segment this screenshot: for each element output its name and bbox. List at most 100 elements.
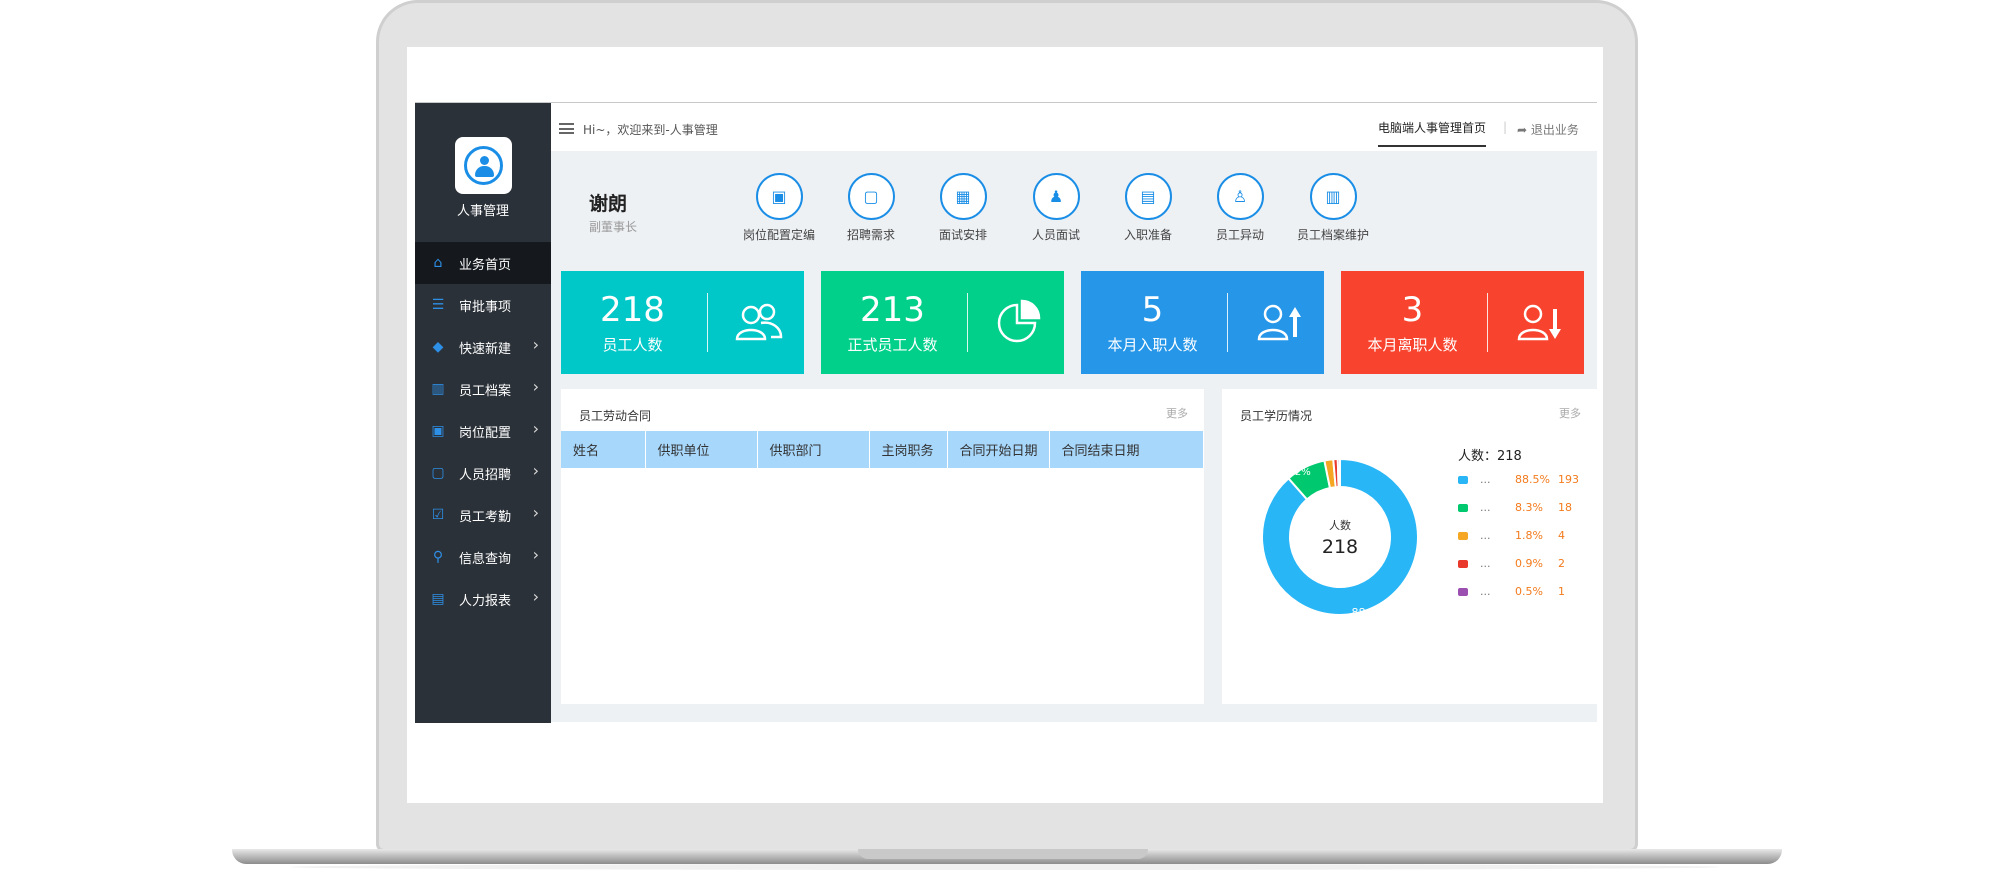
- contract-table: 姓名 供职单位 供职部门 主岗职务 合同开始日期 合同结束日期: [561, 431, 1204, 468]
- sidebar-item-reports[interactable]: ▤ 人力报表 ›: [415, 578, 551, 620]
- quick-action-interview[interactable]: ♟ 人员面试: [1011, 173, 1101, 243]
- column-header[interactable]: 供职部门: [757, 431, 870, 468]
- legend-swatch: [1458, 532, 1468, 540]
- user-role: 副董事长: [589, 220, 638, 234]
- donut-slice-4[interactable]: [1336, 457, 1341, 489]
- table-header-row: 姓名 供职单位 供职部门 主岗职务 合同开始日期 合同结束日期: [561, 431, 1204, 468]
- legend-item[interactable]: ... 0.5% 1: [1458, 584, 1576, 600]
- layers-icon: ◆: [432, 339, 444, 355]
- user-change-icon: ♙: [1216, 173, 1264, 220]
- attendance-icon: ☑: [431, 507, 445, 523]
- column-header[interactable]: 姓名: [561, 431, 646, 468]
- sidebar-item-label: 业务首页: [459, 258, 512, 273]
- stat-divider: [967, 293, 968, 352]
- app-name: 人事管理: [456, 204, 509, 219]
- sidebar: 人事管理 ⌂ 业务首页 ☰ 审批事项 ◆ 快速新建 › ▥ 员工档案 › ▣ 岗…: [415, 103, 551, 723]
- legend-item[interactable]: ... 8.3% 18: [1458, 500, 1576, 516]
- stat-value: 3: [1401, 290, 1424, 330]
- sidebar-item-search[interactable]: ⚲ 信息查询 ›: [415, 536, 551, 578]
- list-icon: ☰: [431, 297, 445, 313]
- logout-link[interactable]: ➦ 退出业务: [1517, 121, 1579, 138]
- stat-card-employees[interactable]: 218 员工人数: [561, 271, 804, 374]
- more-link[interactable]: 更多: [1166, 405, 1188, 421]
- stat-card-joined-this-month[interactable]: 5 本月入职人数: [1081, 271, 1324, 374]
- user-name: 谢朗: [589, 193, 628, 215]
- app-logo: [455, 137, 512, 194]
- legend-count: 193: [1558, 473, 1579, 486]
- slice-label-second: 8.2%: [1285, 467, 1310, 478]
- position-icon: ▣: [431, 423, 445, 439]
- stat-value: 5: [1141, 290, 1164, 330]
- column-header[interactable]: 供职单位: [645, 431, 758, 468]
- sidebar-item-label: 人力报表: [459, 594, 512, 609]
- search-icon: ⚲: [432, 549, 444, 565]
- user-circle-icon: [464, 146, 503, 185]
- chevron-right-icon: ›: [532, 335, 539, 354]
- home-icon: ⌂: [433, 255, 443, 271]
- donut-svg: 人数 218 88.5% 8.2%: [1261, 457, 1419, 619]
- hr-app: 人事管理 ⌂ 业务首页 ☰ 审批事项 ◆ 快速新建 › ▥ 员工档案 › ▣ 岗…: [415, 102, 1597, 723]
- card-title: 员工劳动合同: [579, 409, 652, 423]
- stat-value: 218: [600, 290, 665, 330]
- sidebar-item-quick-create[interactable]: ◆ 快速新建 ›: [415, 326, 551, 368]
- greeting-text: Hi~，欢迎来到-人事管理: [583, 123, 718, 137]
- quick-action-label: 面试安排: [938, 228, 987, 242]
- user-quick-actions: 谢朗 副董事长 ▣ 岗位配置定编 ▢ 招聘需求 ▦ 面试安排 ♟ 人员面试 ▤ …: [551, 151, 1597, 254]
- legend-item[interactable]: ... 88.5% 193: [1458, 472, 1579, 488]
- tab-home[interactable]: 电脑端人事管理首页: [1378, 119, 1487, 147]
- quick-action-onboarding[interactable]: ▤ 入职准备: [1103, 173, 1193, 243]
- sidebar-item-label: 快速新建: [459, 342, 512, 357]
- legend-swatch: [1458, 588, 1468, 596]
- legend-percent: 88.5%: [1515, 473, 1550, 486]
- share-arrow-icon: ➦: [1517, 123, 1528, 137]
- contract-card: 员工劳动合同 更多 姓名 供职单位 供职部门 主岗职务 合同开始日期 合同结束日…: [561, 389, 1204, 704]
- legend-title: 人数：218: [1458, 449, 1522, 464]
- quick-action-label: 入职准备: [1123, 228, 1172, 242]
- badge-icon: ▤: [1124, 173, 1172, 220]
- stat-card-left-this-month[interactable]: 3 本月离职人数: [1341, 271, 1584, 374]
- stat-divider: [1487, 293, 1488, 352]
- chevron-right-icon: ›: [532, 419, 539, 438]
- legend-name: ...: [1480, 501, 1491, 514]
- more-link[interactable]: 更多: [1559, 405, 1581, 421]
- sidebar-item-label: 信息查询: [459, 552, 512, 567]
- quick-action-position-staffing[interactable]: ▣ 岗位配置定编: [734, 173, 824, 243]
- chevron-right-icon: ›: [532, 377, 539, 396]
- chevron-right-icon: ›: [532, 545, 539, 564]
- donut-center-value: 218: [1322, 536, 1358, 558]
- quick-action-recruit-demand[interactable]: ▢ 招聘需求: [826, 173, 916, 243]
- hamburger-menu-icon[interactable]: [559, 123, 574, 134]
- stat-card-regular-employees[interactable]: 213 正式员工人数: [821, 271, 1064, 374]
- sidebar-item-attendance[interactable]: ☑ 员工考勤 ›: [415, 494, 551, 536]
- sidebar-item-archives[interactable]: ▥ 员工档案 ›: [415, 368, 551, 410]
- column-header[interactable]: 合同结束日期: [1049, 431, 1204, 468]
- user-down-icon: [1511, 299, 1567, 345]
- chevron-right-icon: ›: [532, 503, 539, 522]
- interview-icon: ♟: [1032, 173, 1080, 220]
- stat-label: 本月入职人数: [1107, 336, 1198, 354]
- stat-label: 本月离职人数: [1367, 336, 1458, 354]
- legend-count: 2: [1558, 557, 1565, 570]
- quick-action-archive-maintain[interactable]: ▥ 员工档案维护: [1288, 173, 1378, 243]
- sidebar-item-recruitment[interactable]: ▢ 人员招聘 ›: [415, 452, 551, 494]
- quick-action-interview-schedule[interactable]: ▦ 面试安排: [918, 173, 1008, 243]
- sidebar-item-label: 岗位配置: [459, 426, 512, 441]
- education-card: 员工学历情况 更多 人数 218 88.5% 8.2% 人数：218 ... 88…: [1222, 389, 1597, 704]
- top-bar: Hi~，欢迎来到-人事管理 电脑端人事管理首页 | ➦ 退出业务: [551, 103, 1597, 151]
- sidebar-item-approvals[interactable]: ☰ 审批事项: [415, 284, 551, 326]
- stat-divider: [707, 293, 708, 352]
- quick-action-staff-change[interactable]: ♙ 员工异动: [1195, 173, 1285, 243]
- legend-swatch: [1458, 560, 1468, 568]
- column-header[interactable]: 主岗职务: [869, 431, 948, 468]
- column-header[interactable]: 合同开始日期: [947, 431, 1050, 468]
- legend-item[interactable]: ... 1.8% 4: [1458, 528, 1576, 544]
- person-card-icon: ▢: [847, 173, 895, 220]
- legend-name: ...: [1480, 557, 1491, 570]
- sidebar-item-home[interactable]: ⌂ 业务首页: [415, 242, 551, 284]
- card-title: 员工学历情况: [1240, 409, 1313, 423]
- user-up-icon: [1251, 299, 1307, 345]
- pie-icon: [991, 299, 1047, 345]
- education-donut-chart: 人数 218 88.5% 8.2%: [1240, 437, 1440, 637]
- legend-item[interactable]: ... 0.9% 2: [1458, 556, 1576, 572]
- sidebar-item-positions[interactable]: ▣ 岗位配置 ›: [415, 410, 551, 452]
